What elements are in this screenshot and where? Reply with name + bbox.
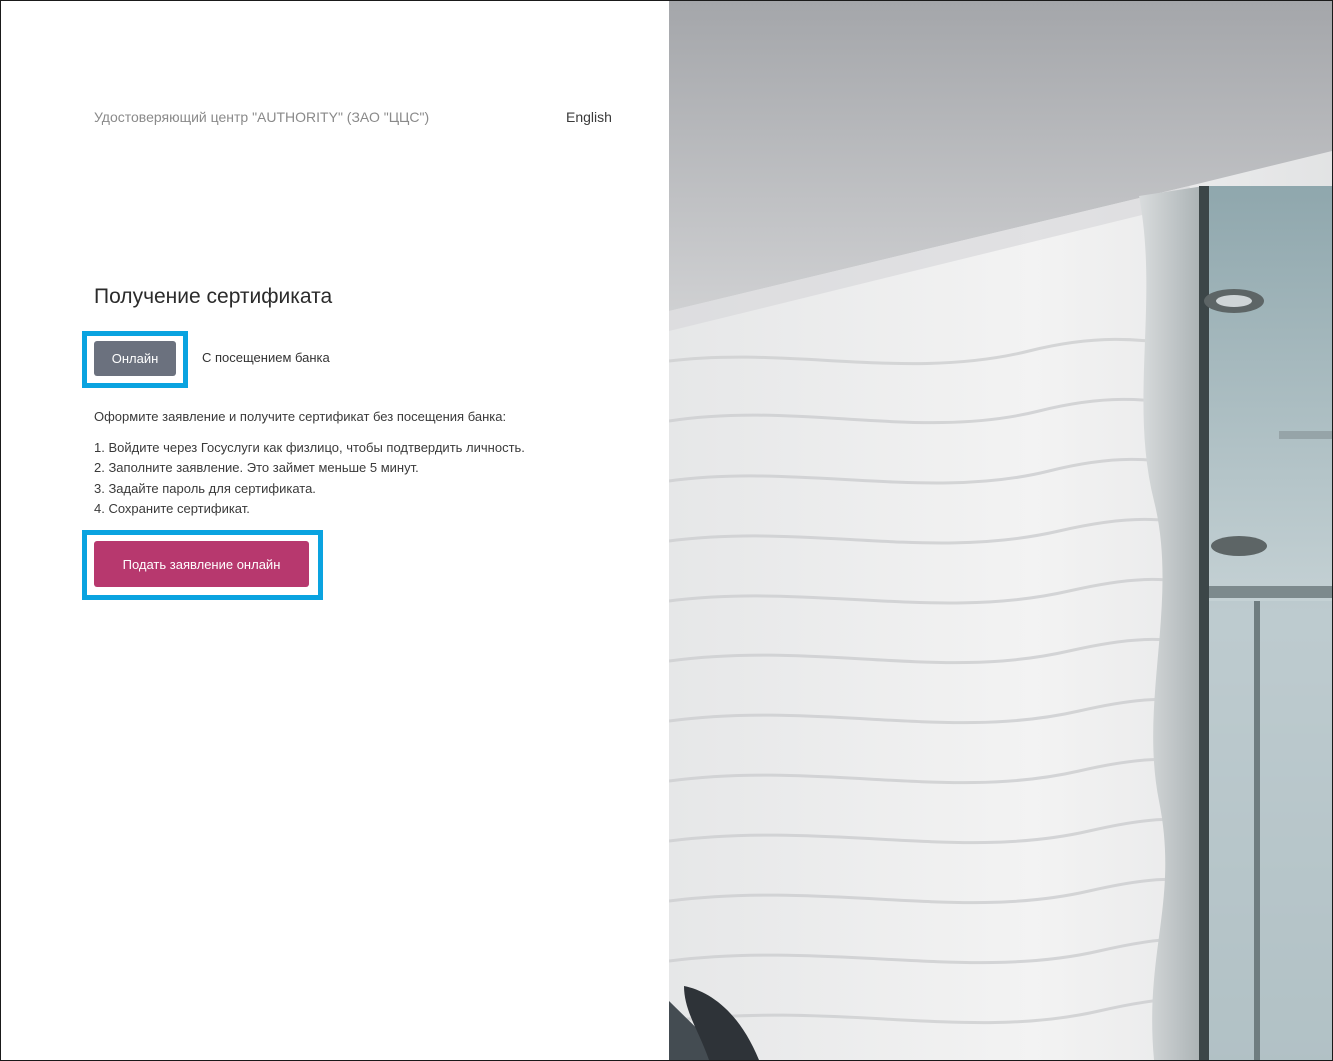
left-panel: Удостоверяющий центр "AUTHORITY" (ЗАО "Ц… bbox=[1, 1, 669, 1060]
tab-bank-visit[interactable]: С посещением банка bbox=[202, 350, 330, 365]
tab-online[interactable]: Онлайн bbox=[94, 341, 176, 376]
intro-text: Оформите заявление и получите сертификат… bbox=[94, 409, 507, 424]
app-frame: Удостоверяющий центр "AUTHORITY" (ЗАО "Ц… bbox=[0, 0, 1333, 1061]
page-title: Получение сертификата bbox=[94, 285, 333, 308]
steps-list: 1. Войдите через Госуслуги как физлицо, … bbox=[94, 438, 525, 519]
step-item: 3. Задайте пароль для сертификата. bbox=[94, 480, 316, 496]
org-name: Удостоверяющий центр "AUTHORITY" (ЗАО "Ц… bbox=[94, 109, 430, 125]
office-wall-photo bbox=[669, 1, 1332, 1060]
step-item: 1. Войдите через Госуслуги как физлицо, … bbox=[94, 440, 525, 455]
step-item: 4. Сохраните сертификат. bbox=[94, 500, 250, 516]
submit-online-application-button[interactable]: Подать заявление онлайн bbox=[94, 541, 309, 587]
language-switch-link[interactable]: English bbox=[566, 109, 612, 125]
step-item: 2. Заполните заявление. Это займет меньш… bbox=[94, 460, 419, 476]
